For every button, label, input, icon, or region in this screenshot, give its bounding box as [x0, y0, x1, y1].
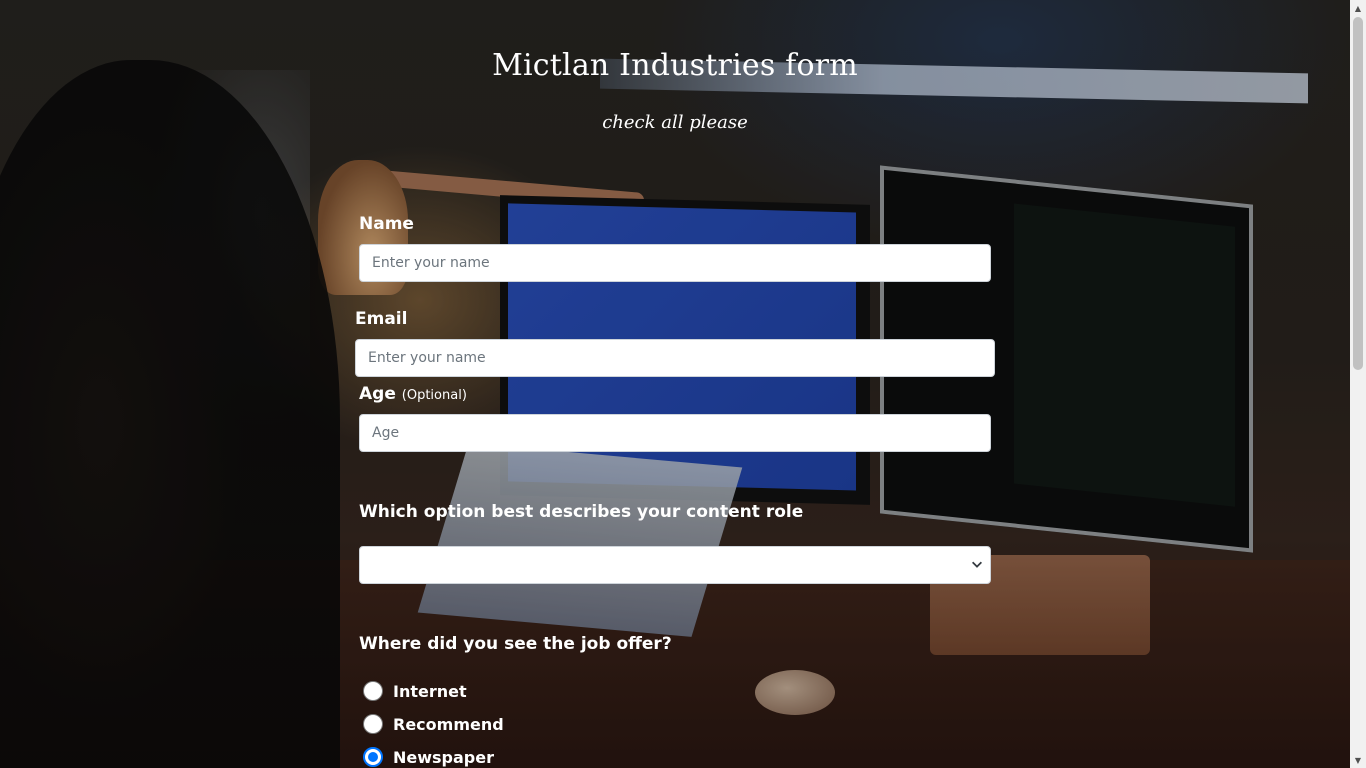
radio-option-internet[interactable]: Internet — [363, 680, 467, 702]
role-select[interactable] — [359, 546, 991, 584]
form-container: Mictlan Industries form check all please… — [0, 0, 1350, 768]
name-input[interactable] — [359, 244, 991, 282]
age-label: Age (Optional) — [359, 384, 467, 404]
radio-newspaper[interactable] — [363, 747, 383, 767]
vertical-scrollbar[interactable]: ▲ ▼ — [1350, 0, 1366, 768]
source-label: Where did you see the job offer? — [359, 634, 672, 654]
age-input[interactable] — [359, 414, 991, 452]
email-label: Email — [355, 309, 408, 329]
scrollbar-thumb[interactable] — [1353, 17, 1363, 370]
radio-label-internet: Internet — [393, 681, 467, 701]
radio-option-recommend[interactable]: Recommend — [363, 713, 504, 735]
radio-recommend[interactable] — [363, 714, 383, 734]
radio-label-recommend: Recommend — [393, 714, 504, 734]
radio-internet[interactable] — [363, 681, 383, 701]
scroll-down-arrow-icon[interactable]: ▼ — [1350, 752, 1366, 768]
chevron-down-icon — [972, 561, 982, 568]
role-label: Which option best describes your content… — [359, 502, 804, 522]
scroll-up-arrow-icon[interactable]: ▲ — [1350, 0, 1366, 16]
name-label: Name — [359, 214, 414, 234]
age-optional-note: (Optional) — [401, 388, 467, 403]
page-subtitle: check all please — [602, 112, 748, 133]
radio-label-newspaper: Newspaper — [393, 747, 494, 767]
radio-option-newspaper[interactable]: Newspaper — [363, 746, 494, 768]
email-input[interactable] — [355, 339, 995, 377]
page-title: Mictlan Industries form — [492, 48, 858, 83]
age-label-text: Age — [359, 384, 396, 404]
